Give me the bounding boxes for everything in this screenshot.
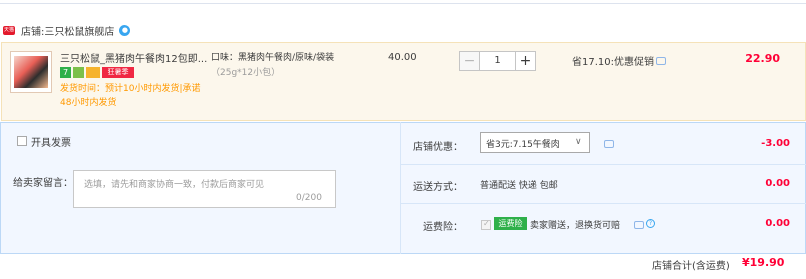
product-badges: 7 狂暑季 bbox=[60, 67, 134, 78]
insurance-label: 运费险： bbox=[423, 222, 463, 233]
seven-day-return-icon: 7 bbox=[60, 67, 71, 78]
store-total-value: ¥19.90 bbox=[742, 256, 785, 269]
options-row-divider bbox=[400, 203, 806, 204]
options-divider bbox=[400, 122, 401, 254]
message-label: 给卖家留言： bbox=[13, 178, 73, 189]
quantity-stepper: − 1 + bbox=[459, 51, 536, 71]
coupon-label: 店铺优惠： bbox=[413, 142, 463, 153]
sale-event-badge: 狂暑季 bbox=[102, 67, 134, 78]
insurance-description: 卖家赠送，退换货可赔 bbox=[530, 221, 621, 231]
message-char-count: 0/200 bbox=[296, 193, 322, 203]
store-prefix: 店铺: bbox=[21, 26, 45, 38]
store-name-link[interactable]: 三只松鼠旗舰店 bbox=[44, 23, 114, 38]
product-thumbnail[interactable] bbox=[10, 51, 52, 93]
store-total-label: 店铺合计(含运费) bbox=[652, 261, 730, 272]
insurance-checkbox bbox=[481, 219, 491, 230]
attribute-flavor: 口味：黑猪肉午餐肉/原味/袋装 bbox=[211, 53, 335, 63]
top-divider bbox=[0, 3, 806, 4]
guarantee-icon bbox=[73, 67, 84, 78]
coupon-comment-icon[interactable] bbox=[604, 140, 614, 148]
coupon-selected-value: 省3元:7.15午餐肉 bbox=[486, 140, 560, 150]
item-subtotal: 22.90 bbox=[745, 52, 780, 65]
tmall-logo-icon: 天猫 bbox=[3, 25, 15, 35]
increase-quantity-button[interactable]: + bbox=[515, 51, 536, 71]
attribute-spec: （25g*12小包） bbox=[211, 68, 281, 78]
coupon-discount-amount: -3.00 bbox=[761, 138, 790, 149]
product-title-link[interactable]: 三只松鼠_黑猪肉午餐肉12包即... bbox=[60, 50, 210, 65]
chevron-down-icon: ∨ bbox=[575, 137, 582, 147]
insurance-amount: 0.00 bbox=[765, 218, 790, 229]
shipping-amount: 0.00 bbox=[765, 178, 790, 189]
card-pay-icon bbox=[86, 67, 100, 78]
invoice-label: 开具发票 bbox=[31, 138, 71, 149]
unit-price: 40.00 bbox=[388, 52, 417, 63]
decrease-quantity-button[interactable]: − bbox=[459, 51, 480, 71]
options-row-divider bbox=[400, 164, 806, 165]
shipping-label: 运送方式： bbox=[413, 182, 463, 193]
help-icon[interactable]: ? bbox=[646, 219, 655, 228]
product-attributes: 口味：黑猪肉午餐肉/原味/袋装 （25g*12小包） bbox=[211, 51, 334, 81]
invoice-checkbox[interactable] bbox=[17, 136, 27, 146]
chat-wangwang-icon[interactable]: ● bbox=[119, 24, 131, 36]
promotion-text: 省17.10:优惠促销 bbox=[572, 57, 654, 68]
message-placeholder: 选填，请先和商家协商一致，付款后商家可见 bbox=[84, 180, 265, 190]
store-header: 天猫 店铺: 三只松鼠旗舰店 ● bbox=[0, 20, 131, 40]
quantity-input[interactable]: 1 bbox=[480, 51, 515, 71]
insurance-badge: 运费险 bbox=[494, 217, 527, 230]
insurance-comment-icon[interactable] bbox=[634, 221, 644, 229]
promo-comment-icon[interactable] bbox=[656, 57, 666, 65]
shipping-method-value: 普通配送 快递 包邮 bbox=[480, 181, 558, 191]
shipping-time-note: 发货时间：预计10小时内发货|承诺48小时内发货 bbox=[60, 84, 201, 108]
